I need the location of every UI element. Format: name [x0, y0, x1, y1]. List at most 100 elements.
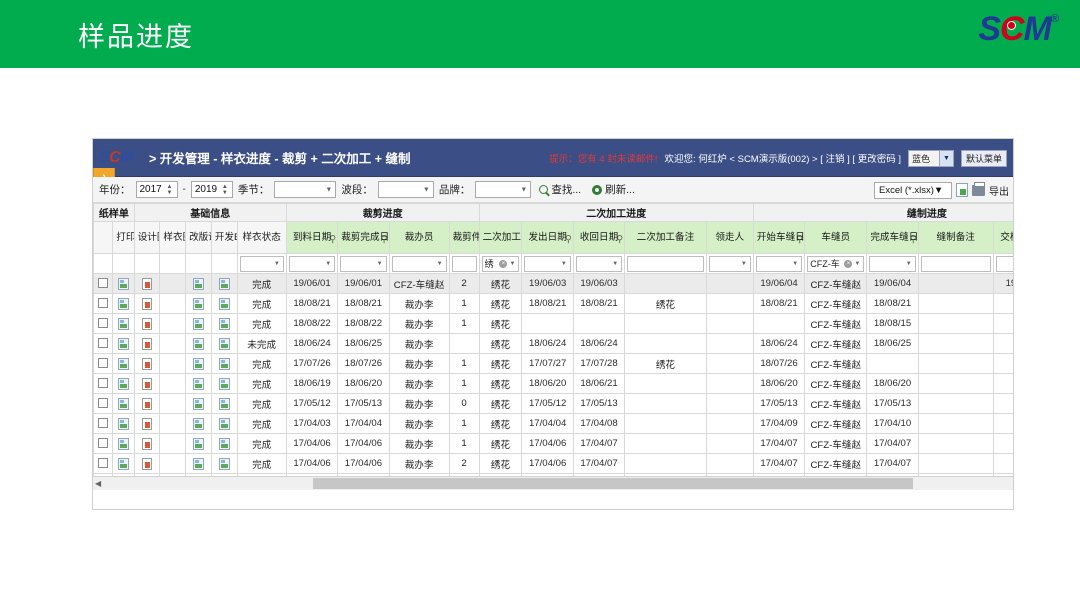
column-header-dev_bom[interactable]: 开发BOM — [210, 221, 238, 254]
print-row-icon[interactable] — [117, 357, 129, 370]
dev-bom-icon[interactable] — [218, 357, 230, 370]
chevron-down-icon[interactable]: ▼ — [377, 261, 383, 267]
row-checkbox[interactable] — [98, 318, 109, 329]
column-header-cutter[interactable]: 裁办员 — [388, 221, 450, 254]
column-header-cut_done_date[interactable]: 裁剪完成日期⚲ — [337, 221, 390, 254]
dev-bom-icon[interactable] — [218, 437, 230, 450]
print-icon[interactable] — [972, 181, 985, 196]
refresh-button[interactable]: 刷新... — [589, 182, 638, 197]
chevron-down-icon[interactable]: ▼ — [906, 261, 912, 267]
filter-input-material_date[interactable]: ▼ — [288, 255, 336, 272]
print-row-icon[interactable] — [117, 457, 129, 470]
print-row-icon[interactable] — [117, 417, 129, 430]
season-select[interactable]: ▼ — [274, 181, 337, 198]
filter-input-second_type[interactable]: 绣 × ▼ — [481, 255, 520, 272]
print-row-icon[interactable] — [117, 317, 129, 330]
column-header-second_note[interactable]: 二次加工备注 — [624, 221, 707, 254]
revise-note-icon[interactable] — [192, 357, 204, 370]
column-header-send_date[interactable]: 发出日期 ⚲ — [521, 221, 574, 254]
revise-note-icon[interactable] — [192, 277, 204, 290]
dev-bom-icon[interactable] — [218, 317, 230, 330]
revise-note-icon[interactable] — [192, 457, 204, 470]
filter-input-status[interactable]: ▼ — [239, 255, 284, 272]
column-header-back_date[interactable]: 收回日期 ⚲ — [572, 221, 626, 254]
revise-note-icon[interactable] — [192, 377, 204, 390]
filter-funnel-icon[interactable]: ⚲ — [910, 234, 917, 245]
design-image-icon[interactable] — [142, 417, 153, 430]
column-header-sewer[interactable]: 车缝员 — [804, 221, 868, 254]
design-image-icon[interactable] — [142, 437, 153, 450]
table-row[interactable]: 完成 18/08/21 18/08/21 裁办李 1 绣花 18/08/21 18/08/21… — [93, 293, 1013, 314]
table-row[interactable]: 完成 17/07/26 18/07/26 裁办李 1 绣花 17/07/27 17/07/28… — [93, 353, 1013, 374]
excel-file-icon[interactable] — [956, 183, 968, 197]
filter-funnel-icon[interactable]: ⚲ — [565, 234, 572, 245]
table-row[interactable]: 完成 18/08/22 18/08/22 裁办李 1 绣花 CFZ-车缝赵 18/08/15 — [93, 313, 1013, 334]
column-header-sew_note[interactable]: 缝制备注 — [917, 221, 994, 254]
column-header-deliver_time[interactable]: 交样衣时间⚲ — [992, 221, 1013, 254]
filter-input-sew_start[interactable]: ▼ — [755, 255, 803, 272]
filter-input-deliver_time[interactable]: ▼ — [995, 255, 1013, 272]
column-header-print[interactable]: 打印 — [112, 221, 135, 254]
chevron-down-icon[interactable]: ▼ — [741, 261, 747, 267]
print-row-icon[interactable] — [117, 277, 129, 290]
year-from-stepper[interactable]: 2017 ▲ ▼ — [135, 181, 178, 198]
filter-funnel-icon[interactable]: ⚲ — [381, 234, 388, 245]
revise-note-icon[interactable] — [192, 317, 204, 330]
table-row[interactable]: 完成 17/04/03 17/04/04 裁办李 1 绣花 17/04/04 17/04/08… — [93, 413, 1013, 434]
search-button[interactable]: 查找... — [536, 182, 584, 197]
unread-mail-alert[interactable]: 提示：您有 4 封未读邮件! — [549, 151, 657, 165]
revise-note-icon[interactable] — [192, 437, 204, 450]
chevron-down-icon[interactable]: ▼ — [792, 261, 798, 267]
filter-input-cut_qty[interactable] — [451, 255, 477, 272]
table-row[interactable]: 未完成 18/06/24 18/06/25 裁办李 绣花 18/06/24 18/06/24… — [93, 333, 1013, 354]
dev-bom-icon[interactable] — [218, 297, 230, 310]
print-row-icon[interactable] — [117, 397, 129, 410]
print-row-icon[interactable] — [117, 297, 129, 310]
row-checkbox[interactable] — [98, 378, 109, 389]
revise-note-icon[interactable] — [192, 297, 204, 310]
dev-bom-icon[interactable] — [218, 417, 230, 430]
dev-bom-icon[interactable] — [218, 277, 230, 290]
column-header-sew_end[interactable]: 完成车缝日期⚲ — [866, 221, 919, 254]
row-checkbox[interactable] — [98, 298, 109, 309]
table-row[interactable]: 完成 19/06/01 19/06/01 CFZ-车缝赵 2 绣花 19/06/03 19/0… — [93, 273, 1013, 294]
design-image-icon[interactable] — [142, 297, 153, 310]
print-row-icon[interactable] — [117, 337, 129, 350]
table-row[interactable]: 完成 17/04/06 17/04/06 裁办李 1 绣花 17/04/06 17/04/07… — [93, 433, 1013, 454]
row-checkbox[interactable] — [98, 398, 109, 409]
column-header-sample_img[interactable]: 样衣图片 — [159, 221, 187, 254]
row-checkbox[interactable] — [98, 438, 109, 449]
print-row-icon[interactable] — [117, 377, 129, 390]
revise-note-icon[interactable] — [192, 417, 204, 430]
design-image-icon[interactable] — [142, 277, 153, 290]
row-checkbox[interactable] — [98, 278, 109, 289]
filter-funnel-icon[interactable]: ⚲ — [329, 234, 336, 245]
row-checkbox[interactable] — [98, 418, 109, 429]
filter-input-sewer[interactable]: CFZ-车 × ▼ — [807, 255, 865, 272]
filter-funnel-icon[interactable]: ⚲ — [796, 234, 803, 245]
column-header-design_img[interactable]: 设计图片 — [133, 221, 161, 254]
chevron-down-icon[interactable]: ▼ — [854, 261, 860, 267]
column-header-status[interactable]: 样衣状态 — [236, 221, 287, 254]
revise-note-icon[interactable] — [192, 397, 204, 410]
print-row-icon[interactable] — [117, 437, 129, 450]
chevron-down-icon[interactable]: ▼ — [509, 261, 515, 267]
clear-filter-icon[interactable]: × — [499, 259, 508, 268]
wave-select[interactable]: ▼ — [377, 181, 434, 198]
scrollbar-thumb[interactable] — [313, 478, 913, 489]
column-header-material_date[interactable]: 到料日期 ⚲ — [285, 221, 339, 254]
dev-bom-icon[interactable] — [218, 377, 230, 390]
filter-input-cut_done_date[interactable]: ▼ — [340, 255, 387, 272]
column-header-cut_qty[interactable]: 裁剪件数 — [448, 221, 480, 254]
design-image-icon[interactable] — [142, 337, 153, 350]
design-image-icon[interactable] — [142, 397, 153, 410]
scroll-left-icon[interactable]: ◀ — [95, 478, 101, 489]
chevron-down-icon[interactable]: ▼ — [612, 261, 618, 267]
theme-select[interactable]: 蓝色 ▼ — [907, 149, 954, 167]
design-image-icon[interactable] — [142, 357, 153, 370]
revise-note-icon[interactable] — [192, 337, 204, 350]
design-image-icon[interactable] — [142, 317, 153, 330]
chevron-down-icon[interactable]: ▼ — [325, 261, 331, 267]
filter-input-send_date[interactable]: ▼ — [524, 255, 571, 272]
export-format-select[interactable]: Excel (*.xlsx) ▼ — [874, 181, 952, 199]
